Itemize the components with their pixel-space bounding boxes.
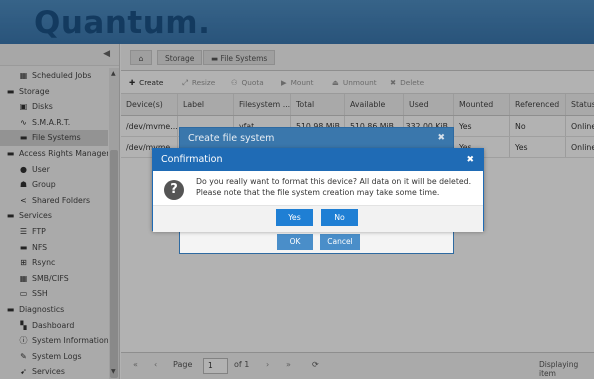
- close-icon[interactable]: ✖: [466, 149, 474, 171]
- confirmation-dialog: Confirmation ✖ ? Do you really want to f…: [152, 148, 484, 232]
- close-icon[interactable]: ✖: [437, 128, 445, 149]
- create-filesystem-title: Create file system: [180, 128, 453, 149]
- yes-button[interactable]: Yes: [276, 209, 313, 226]
- cancel-button[interactable]: Cancel: [320, 234, 360, 250]
- confirmation-title: Confirmation: [153, 149, 483, 171]
- confirmation-message: Do you really want to format this device…: [196, 177, 472, 197]
- question-icon: ?: [164, 180, 184, 200]
- dialog-footer: [153, 205, 483, 232]
- no-button[interactable]: No: [321, 209, 358, 226]
- ok-button[interactable]: OK: [277, 234, 313, 250]
